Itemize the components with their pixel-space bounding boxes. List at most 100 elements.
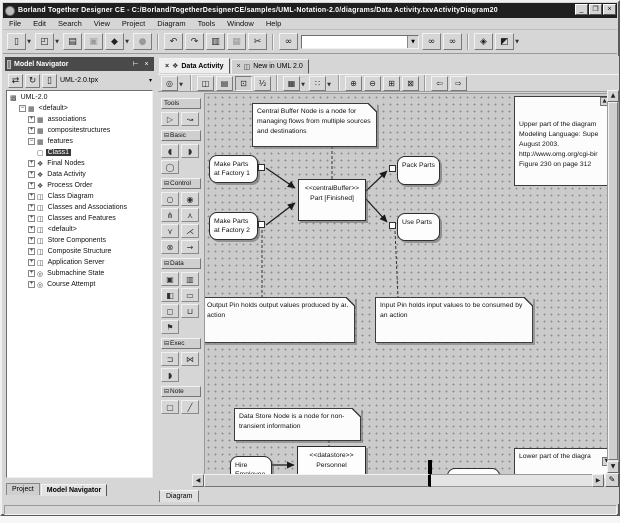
menu-file[interactable]: File — [3, 19, 27, 28]
redo-button[interactable]: ↷ — [185, 33, 204, 50]
collapse-icon[interactable]: ⊟ — [164, 388, 169, 395]
activity-tool[interactable]: ◖ — [161, 144, 179, 158]
expand-icon[interactable]: + — [28, 204, 35, 211]
find-previous-button[interactable]: ∞ — [443, 33, 462, 50]
find-next-button[interactable]: ∞ — [422, 33, 441, 50]
tree-item-submachine-state[interactable]: + ◎ Submachine State — [7, 268, 152, 279]
expand-icon[interactable]: + — [28, 127, 35, 134]
dropdown-arrow-icon[interactable]: ▼ — [515, 39, 519, 45]
scroll-up-icon[interactable]: ▲ — [600, 97, 607, 106]
tree-item-associations[interactable]: + ▦ associations — [7, 114, 152, 125]
tree-item-classes-and-features[interactable]: + ◫ Classes and Features — [7, 213, 152, 224]
open-button[interactable]: ◰ ▼ — [35, 33, 59, 50]
combobox-dropdown-icon[interactable]: ▼ — [407, 35, 418, 48]
fork-tool[interactable]: ⋔ — [161, 208, 179, 222]
new-package-button[interactable]: ◆ ▼ — [105, 33, 129, 50]
central-buffer-node[interactable]: <<centralBuffer>> Part [Finished] — [298, 179, 366, 221]
initial-node-tool[interactable]: ○ — [161, 192, 179, 206]
expand-icon[interactable]: + — [28, 259, 35, 266]
expand-icon[interactable]: + — [28, 171, 35, 178]
print-diagram-button[interactable]: ▤ — [216, 75, 233, 91]
dropdown-arrow-icon[interactable]: ▼ — [301, 82, 305, 88]
align-button[interactable]: ∷ ▼ — [309, 75, 331, 91]
merge-tool[interactable]: ⋌ — [181, 224, 199, 238]
tab-diagram[interactable]: Diagram — [159, 490, 200, 502]
tree-item-classes-and-associations[interactable]: + ◫ Classes and Associations — [7, 202, 152, 213]
forward-button[interactable]: ⇨ — [450, 75, 467, 91]
decision-tool[interactable]: ⋎ — [161, 224, 179, 238]
scroll-up-icon[interactable]: ▲ — [607, 90, 619, 102]
expand-icon[interactable]: + — [28, 215, 35, 222]
layout-button[interactable]: ▦ ▼ — [283, 75, 305, 91]
input-pin-tool[interactable]: ▣ — [161, 272, 179, 286]
new-button[interactable]: ▯ ▼ — [7, 33, 31, 50]
join-tool[interactable]: ⋏ — [181, 208, 199, 222]
find-button[interactable]: ∞ — [279, 33, 298, 50]
palette-section-data[interactable]: ⊟Data — [161, 258, 201, 269]
dropdown-arrow-icon[interactable]: ▼ — [27, 39, 31, 45]
doc-tab-new-in-uml-2-0[interactable]: × ◫ New in UML 2.0 — [230, 59, 309, 74]
note-link-tool[interactable]: ╱ — [181, 400, 199, 414]
tree-item-process-order[interactable]: + ❖ Process Order — [7, 180, 152, 191]
menu-project[interactable]: Project — [116, 19, 151, 28]
save-button[interactable]: ▣ — [84, 33, 103, 50]
zoom-out-button[interactable]: ⊖ — [364, 75, 381, 91]
scroll-down-icon[interactable]: ▼ — [607, 461, 619, 473]
dock-icon[interactable]: ⊢ — [130, 60, 141, 68]
panel-close-icon[interactable]: × — [141, 61, 152, 68]
shortcut-tool[interactable]: ↝ — [181, 112, 199, 126]
collapse-icon[interactable]: − — [19, 105, 26, 112]
find-combobox[interactable]: ▼ — [301, 34, 419, 49]
note-tool[interactable]: ▢ — [161, 400, 179, 414]
options-button[interactable]: ◩ ▼ — [495, 33, 519, 50]
flow-factory2-to-buffer[interactable] — [265, 202, 296, 226]
palette-section-exec[interactable]: ⊟Exec — [161, 338, 201, 349]
tab-model-navigator[interactable]: Model Navigator — [40, 484, 108, 496]
new-node-button[interactable]: ● — [133, 33, 152, 50]
tab-project[interactable]: Project — [6, 483, 40, 495]
flow-buffer-to-pack[interactable] — [365, 170, 388, 192]
collapse-icon[interactable]: ⊟ — [164, 132, 169, 139]
dropdown-arrow-icon[interactable]: ▼ — [55, 39, 59, 45]
tree-item--default-[interactable]: + ◫ <default> — [7, 224, 152, 235]
close-button[interactable]: × — [603, 4, 616, 15]
pan-mode-button[interactable]: ◎ ▼ — [161, 75, 183, 91]
project-dropdown-icon[interactable]: ▾ — [149, 77, 152, 84]
fit-to-window-button[interactable]: ⊠ — [402, 75, 419, 91]
action-tool[interactable]: ◯ — [161, 160, 179, 174]
project-file-icon[interactable]: ▯ — [42, 73, 57, 88]
panel-title-bar[interactable]: Model Navigator ⊢ × — [5, 57, 154, 71]
actual-size-button[interactable]: ⊡ — [235, 75, 252, 91]
structured-activity-tool[interactable]: ◗ — [181, 144, 199, 158]
scroll-right-icon[interactable]: ▶ — [592, 474, 604, 487]
undo-button[interactable]: ↶ — [164, 33, 183, 50]
collapse-icon[interactable]: − — [28, 138, 35, 145]
datastore-tool[interactable]: ▭ — [181, 288, 199, 302]
menu-tools[interactable]: Tools — [192, 19, 222, 28]
back-button[interactable]: ⇦ — [431, 75, 448, 91]
action-make-parts-1[interactable]: Make Parts at Factory 1 — [209, 155, 258, 183]
tree-item-course-attempt[interactable]: + ◎ Course Attempt — [7, 279, 152, 290]
sync-button[interactable]: ⇄ — [8, 73, 23, 88]
copy-button[interactable]: ▥ — [206, 33, 225, 50]
send-signal-tool[interactable]: ⋈ — [181, 352, 199, 366]
tree-item-composite-structure[interactable]: + ◫ Composite Structure — [7, 246, 152, 257]
note-output-pin[interactable]: Output Pin holds output values produced … — [205, 297, 355, 343]
menu-window[interactable]: Window — [221, 19, 260, 28]
input-pin-use[interactable] — [389, 222, 396, 229]
expand-icon[interactable]: + — [28, 281, 35, 288]
tree-item--default-[interactable]: − ▦ <default> — [7, 103, 152, 114]
object-node-tool[interactable]: ◻ — [161, 304, 179, 318]
palette-section-basic[interactable]: ⊟Basic — [161, 130, 201, 141]
expand-icon[interactable]: + — [28, 193, 35, 200]
note-upper-part[interactable]: ▲ Upper part of the diagram Modeling Lan… — [514, 96, 607, 186]
doc-tab-data-activity[interactable]: × ❖ Data Activity — [159, 58, 230, 74]
dropdown-arrow-icon[interactable]: ▼ — [125, 39, 129, 45]
paste-button[interactable]: ▦ — [227, 33, 246, 50]
zoom-ratio-button[interactable]: ½ — [254, 75, 271, 91]
action-pack-parts[interactable]: Pack Parts — [397, 156, 440, 185]
expand-icon[interactable]: + — [28, 270, 35, 277]
central-buffer-tool[interactable]: ◧ — [161, 288, 179, 302]
tree-item-class1[interactable]: ▢ Class1 — [7, 147, 152, 158]
horizontal-scrollbar-thumb[interactable] — [204, 474, 431, 487]
